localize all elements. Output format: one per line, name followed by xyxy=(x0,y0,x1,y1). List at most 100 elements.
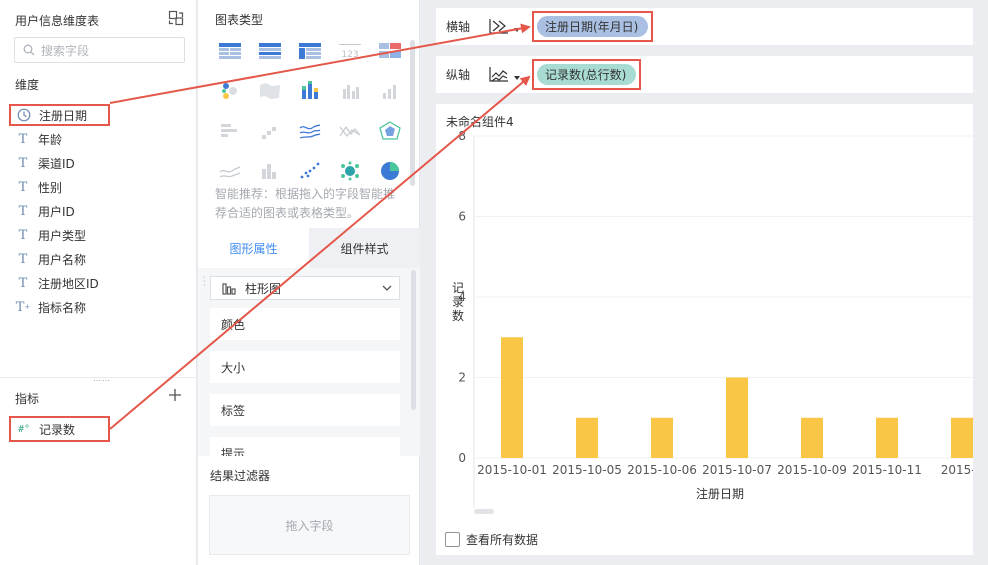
table-chart-icon[interactable] xyxy=(215,38,245,64)
dimension-field-channel-id[interactable]: T 渠道ID xyxy=(8,152,188,174)
field-label: 记录数 xyxy=(39,422,76,437)
dimension-field-register-date[interactable]: 注册日期 xyxy=(9,104,110,126)
chart-horizontal-scrollbar xyxy=(474,509,494,514)
chart-component: 未命名组件4 0 2 4 6 8 记录数 2015-10-01 2015-10-05 2015-… xyxy=(436,104,973,555)
x-tick-label: 2015-10-09 xyxy=(777,463,847,477)
property-tabs: 图形属性 组件样式 xyxy=(198,228,420,268)
field-label: 指标名称 xyxy=(38,300,87,315)
pie-chart-icon[interactable] xyxy=(375,158,405,184)
search-placeholder: 搜索字段 xyxy=(41,43,90,58)
prop-size[interactable]: 大小 xyxy=(210,351,400,383)
x-axis-title: 注册日期 xyxy=(696,486,744,501)
field-search-input[interactable]: 搜索字段 xyxy=(14,37,185,63)
show-all-label: 查看所有数据 xyxy=(466,533,539,547)
metric-field-record-count[interactable]: #° 记录数 xyxy=(9,416,110,442)
bubble-chart-icon[interactable] xyxy=(335,158,365,184)
x-tick-label: 2015-10-07 xyxy=(702,463,772,477)
bar-chart-icon[interactable] xyxy=(375,78,405,104)
field-label: 渠道ID xyxy=(38,156,75,171)
switch-dataset-icon[interactable] xyxy=(168,10,184,26)
scatter-chart-icon[interactable] xyxy=(295,158,325,184)
field-label: 注册地区ID xyxy=(38,276,99,291)
field-label: 用户ID xyxy=(38,204,75,219)
x-axis-label: 横轴 xyxy=(446,20,471,34)
chart-config-panel: 图表类型 123 智能推荐：根据拖入的字段智能推荐合适的图表或表格类型。 图形属… xyxy=(198,0,420,565)
dimension-field-age[interactable]: T 年龄 xyxy=(8,128,188,150)
mark-type-select[interactable]: 柱形图 xyxy=(210,276,400,300)
drag-handle[interactable]: · · · xyxy=(203,274,207,290)
x-tick-label: 2015-10-06 xyxy=(627,463,697,477)
x-axis-dropdown-caret[interactable] xyxy=(514,28,520,32)
region-map-icon[interactable] xyxy=(255,78,285,104)
tab-component-style[interactable]: 组件样式 xyxy=(309,228,420,268)
text-type-icon: T xyxy=(18,131,28,147)
filter-drop-zone[interactable]: 拖入字段 xyxy=(209,495,410,555)
bar xyxy=(951,417,973,458)
prop-color[interactable]: 颜色 xyxy=(210,308,400,340)
dimension-field-user-type[interactable]: T 用户类型 xyxy=(8,224,188,246)
y-axis-highlight: 记录数(总行数) xyxy=(532,59,642,90)
dimension-section-label: 维度 xyxy=(15,78,40,92)
tab-graphic-properties[interactable]: 图形属性 xyxy=(198,228,309,268)
result-filter-title: 结果过滤器 xyxy=(210,469,271,483)
grouped-bar-icon[interactable] xyxy=(335,78,365,104)
properties-scrollbar[interactable] xyxy=(411,270,416,410)
histogram-icon[interactable] xyxy=(255,158,285,184)
dot-map-icon[interactable] xyxy=(215,78,245,104)
text-type-icon: T xyxy=(18,155,28,171)
x-axis-field-pill[interactable]: 注册日期(年月日) xyxy=(537,16,649,37)
cross-table-icon[interactable] xyxy=(295,38,325,64)
bar xyxy=(801,417,823,458)
y-tick-label: 8 xyxy=(458,129,466,143)
y-axis-dropdown-caret[interactable] xyxy=(514,76,520,80)
horizontal-bar-icon[interactable] xyxy=(215,118,245,144)
x-axis-type-icon[interactable] xyxy=(488,17,510,35)
y-axis-field-pill[interactable]: 记录数(总行数) xyxy=(537,64,637,85)
chart-type-scrollbar[interactable] xyxy=(410,40,415,186)
y-axis-type-icon[interactable] xyxy=(488,65,510,83)
text-type-icon: T xyxy=(18,203,28,219)
search-icon xyxy=(23,44,35,56)
dimension-field-metric-name[interactable]: T + 指标名称 xyxy=(8,296,188,318)
prop-clip: 提示 xyxy=(198,437,420,456)
field-label: 用户类型 xyxy=(38,228,87,243)
show-all-data-toggle[interactable]: 查看所有数据 xyxy=(445,531,538,548)
resize-handle[interactable]: ⋯⋯ xyxy=(93,377,111,385)
dimension-field-user-name[interactable]: T 用户名称 xyxy=(8,248,188,270)
prop-label[interactable]: 标签 xyxy=(210,394,400,426)
y-tick-label: 0 xyxy=(458,451,466,465)
smart-recommend-tip: 智能推荐：根据拖入的字段智能推荐合适的图表或表格类型。 xyxy=(215,187,396,220)
scatter-line-icon[interactable] xyxy=(335,118,365,144)
x-tick-label: 2015-1 xyxy=(941,463,973,477)
waterfall-icon[interactable] xyxy=(255,118,285,144)
clock-icon xyxy=(17,108,31,122)
text-type-icon: T xyxy=(18,251,28,267)
kpi-number-icon[interactable]: 123 xyxy=(335,38,365,64)
kpi-card-icon[interactable] xyxy=(375,38,405,64)
add-metric-icon[interactable] xyxy=(168,388,182,402)
bar xyxy=(726,377,748,458)
grouped-table-icon[interactable] xyxy=(255,38,285,64)
dimension-field-gender[interactable]: T 性别 xyxy=(8,176,188,198)
text-type-icon: T xyxy=(18,275,28,291)
field-panel: 用户信息维度表 搜索字段 维度 注册日期 T 年龄 T 渠道ID T 性别 T 用户ID… xyxy=(0,0,197,565)
y-axis-title: 记录数 xyxy=(452,281,464,323)
bar-chart: 02468记录数2015-10-01 2015-10-05 2015-10-06 20… xyxy=(452,129,973,514)
prop-tooltip[interactable]: 提示 xyxy=(210,437,400,456)
y-tick-label: 6 xyxy=(458,210,466,224)
dataset-title: 用户信息维度表 xyxy=(15,14,100,28)
chart-type-title: 图表类型 xyxy=(215,13,264,27)
y-axis-label: 纵轴 xyxy=(446,68,471,82)
stacked-bar-icon[interactable] xyxy=(295,78,325,104)
radar-chart-icon[interactable] xyxy=(375,118,405,144)
dimension-field-user-id[interactable]: T 用户ID xyxy=(8,200,188,222)
metric-section-label: 指标 xyxy=(15,392,40,406)
show-all-checkbox[interactable] xyxy=(445,532,460,547)
x-tick-label: 2015-10-01 xyxy=(477,463,547,477)
line-chart-icon[interactable] xyxy=(295,118,325,144)
dimension-field-region-id[interactable]: T 注册地区ID xyxy=(8,272,188,294)
graphic-properties-area: · · · 柱形图 颜色 大小 标签 提示 xyxy=(198,268,420,456)
field-label: 用户名称 xyxy=(38,252,87,267)
area-chart-icon[interactable] xyxy=(215,158,245,184)
text-type-special-icon: T + xyxy=(15,299,31,315)
